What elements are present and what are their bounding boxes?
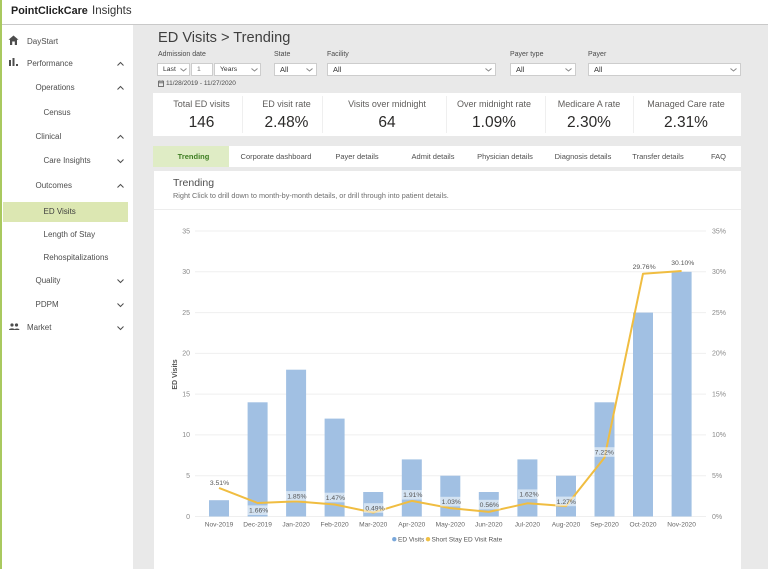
- svg-text:7.22%: 7.22%: [595, 449, 614, 456]
- svg-text:1.27%: 1.27%: [557, 499, 576, 506]
- svg-text:1.47%: 1.47%: [326, 495, 345, 502]
- svg-text:30.10%: 30.10%: [671, 260, 694, 267]
- svg-text:Jan-2020: Jan-2020: [282, 521, 310, 528]
- svg-text:1.85%: 1.85%: [287, 493, 306, 500]
- svg-text:29.76%: 29.76%: [633, 264, 656, 271]
- svg-text:35: 35: [182, 228, 190, 235]
- svg-text:30: 30: [182, 269, 190, 276]
- svg-text:1.62%: 1.62%: [519, 492, 538, 499]
- svg-text:Mar-2020: Mar-2020: [359, 521, 388, 528]
- svg-text:ED Visits: ED Visits: [398, 537, 425, 544]
- svg-text:1.66%: 1.66%: [249, 508, 268, 515]
- svg-text:20%: 20%: [712, 351, 726, 358]
- svg-text:Nov-2019: Nov-2019: [205, 521, 234, 528]
- svg-text:30%: 30%: [712, 269, 726, 276]
- svg-text:0.56%: 0.56%: [480, 502, 499, 509]
- svg-text:10%: 10%: [712, 432, 726, 439]
- svg-text:15: 15: [182, 391, 190, 398]
- svg-text:Aug-2020: Aug-2020: [552, 521, 581, 528]
- svg-text:10: 10: [182, 432, 190, 439]
- svg-text:15%: 15%: [712, 391, 726, 398]
- svg-text:1.03%: 1.03%: [442, 499, 461, 506]
- svg-text:25%: 25%: [712, 310, 726, 317]
- svg-text:20: 20: [182, 351, 190, 358]
- svg-text:5%: 5%: [712, 473, 722, 480]
- svg-text:Sep-2020: Sep-2020: [590, 521, 619, 528]
- svg-text:Oct-2020: Oct-2020: [629, 521, 656, 528]
- svg-text:1.91%: 1.91%: [403, 492, 422, 499]
- svg-text:25: 25: [182, 310, 190, 317]
- svg-text:Apr-2020: Apr-2020: [398, 521, 425, 528]
- svg-text:Feb-2020: Feb-2020: [320, 521, 349, 528]
- svg-text:0.49%: 0.49%: [365, 505, 384, 512]
- svg-text:Jul-2020: Jul-2020: [515, 521, 541, 528]
- svg-text:Nov-2020: Nov-2020: [667, 521, 696, 528]
- svg-text:Jun-2020: Jun-2020: [475, 521, 503, 528]
- svg-text:0%: 0%: [712, 514, 722, 521]
- svg-text:3.51%: 3.51%: [210, 480, 229, 487]
- svg-text:May-2020: May-2020: [436, 521, 466, 528]
- svg-text:Short Stay ED Visit Rate: Short Stay ED Visit Rate: [432, 537, 503, 544]
- svg-text:Dec-2019: Dec-2019: [243, 521, 272, 528]
- svg-text:0: 0: [186, 514, 190, 521]
- svg-text:5: 5: [186, 473, 190, 480]
- svg-text:35%: 35%: [712, 228, 726, 235]
- svg-text:ED Visits: ED Visits: [172, 359, 179, 389]
